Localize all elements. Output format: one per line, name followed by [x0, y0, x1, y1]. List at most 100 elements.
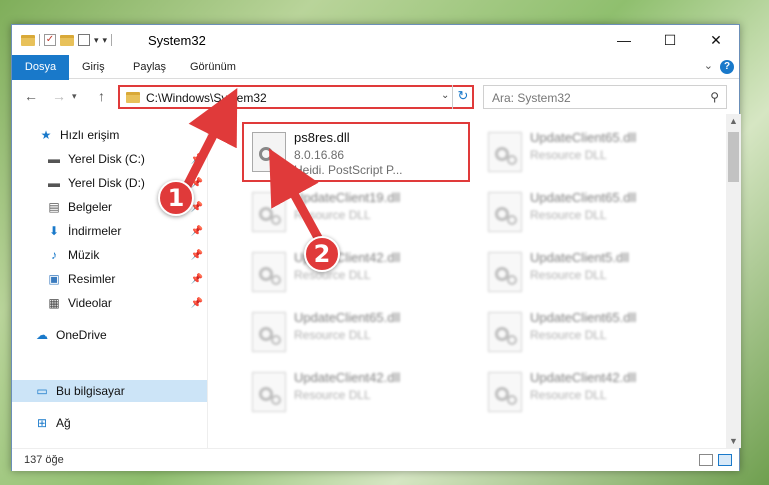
file-item[interactable]: UpdateClient65.dll Resource DLL	[244, 304, 464, 360]
file-item[interactable]: UpdateClient19.dll Resource DLL	[244, 184, 464, 240]
dll-file-icon	[488, 252, 522, 292]
sidebar-item-videos[interactable]: ▦ Videolar 📌	[12, 292, 207, 314]
vertical-scrollbar[interactable]: ▲ ▼	[726, 114, 741, 448]
minimize-button[interactable]: —	[601, 25, 647, 55]
up-button[interactable]: ↑	[98, 88, 105, 104]
new-folder-icon[interactable]	[60, 34, 74, 46]
chevron-down-icon[interactable]: ▾	[94, 35, 99, 46]
pin-icon: 📌	[190, 177, 203, 189]
expand-ribbon-icon[interactable]: ⌄	[704, 59, 713, 72]
tab-home[interactable]: Giriş	[70, 55, 117, 79]
file-name: UpdateClient5.dll	[530, 250, 630, 265]
sidebar-item-this-pc[interactable]: ▭ Bu bilgisayar	[12, 380, 207, 402]
sidebar-item-label: Yerel Disk (D:)	[68, 176, 145, 190]
sidebar-item-label: Bu bilgisayar	[56, 384, 125, 398]
scroll-thumb[interactable]	[728, 132, 739, 182]
dll-file-icon	[488, 192, 522, 232]
sidebar-item-pictures[interactable]: ▣ Resimler 📌	[12, 268, 207, 290]
scroll-up-icon[interactable]: ▲	[729, 116, 738, 126]
file-item[interactable]: UpdateClient65.dll Resource DLL	[480, 184, 700, 240]
file-description: Resource DLL	[530, 208, 607, 222]
address-bar[interactable]: C:\Windows\System32 ⌄	[118, 85, 474, 109]
item-count: 137 öğe	[24, 454, 64, 466]
sidebar-item-label: Videolar	[68, 296, 112, 310]
address-text: C:\Windows\System32	[146, 91, 267, 105]
network-icon: ⊞	[36, 416, 48, 430]
music-icon: ♪	[51, 248, 57, 262]
tab-view[interactable]: Görünüm	[178, 55, 248, 79]
scroll-down-icon[interactable]: ▼	[729, 436, 738, 446]
sidebar-item-label: Yerel Disk (C:)	[68, 152, 145, 166]
pin-icon: 📌	[190, 153, 203, 165]
file-item[interactable]: UpdateClient5.dll Resource DLL	[480, 244, 700, 300]
help-icon[interactable]: ?	[720, 60, 734, 74]
file-item[interactable]: UpdateClient65.dll Resource DLL	[480, 304, 700, 360]
videos-icon: ▦	[48, 296, 60, 310]
window-title: System32	[148, 33, 206, 48]
separator	[39, 34, 40, 46]
file-description: Resource DLL	[294, 208, 371, 222]
dll-file-icon	[488, 312, 522, 352]
forward-button[interactable]: →	[52, 88, 66, 104]
refresh-button[interactable]: ↻	[452, 85, 473, 109]
close-button[interactable]: ✕	[693, 25, 739, 55]
search-input[interactable]: Ara: System32 ⚲	[483, 85, 727, 109]
file-name: UpdateClient42.dll	[530, 370, 637, 385]
file-name: UpdateClient65.dll	[530, 190, 637, 205]
search-placeholder: Ara: System32	[492, 91, 571, 105]
navigation-bar: ← → ▾ ↑ C:\Windows\System32 ⌄ ↻ Ara: Sys…	[12, 80, 739, 114]
sidebar-item-onedrive[interactable]: ☁ OneDrive	[12, 324, 207, 346]
dll-file-icon	[252, 252, 286, 292]
large-icons-view-icon[interactable]	[718, 454, 732, 466]
file-name: UpdateClient19.dll	[294, 190, 401, 205]
maximize-button[interactable]: ☐	[647, 25, 693, 55]
back-button[interactable]: ←	[24, 88, 38, 104]
file-description: Resource DLL	[530, 268, 607, 282]
sidebar-item-label: Müzik	[68, 248, 100, 262]
dll-file-icon	[252, 192, 286, 232]
file-item[interactable]: UpdateClient42.dll Resource DLL	[244, 244, 464, 300]
file-name: UpdateClient42.dll	[294, 370, 401, 385]
quick-access-toolbar: ✓ ▾ ▾	[21, 31, 113, 49]
drive-icon: ▬	[48, 152, 60, 166]
documents-icon: ▤	[48, 200, 60, 214]
window-controls: — ☐ ✕	[601, 25, 739, 55]
sidebar-item-network[interactable]: ⊞ Ağ	[12, 412, 207, 434]
file-description: Resource DLL	[530, 388, 607, 402]
status-bar: 137 öğe	[12, 448, 739, 471]
file-description: Resource DLL	[530, 148, 607, 162]
customize-qa-icon[interactable]: ▾	[103, 35, 108, 46]
callout-2: 2	[304, 236, 340, 272]
sidebar-item-label: Hızlı erişim	[60, 128, 120, 142]
recent-locations-icon[interactable]: ▾	[72, 91, 77, 102]
sidebar-item-local-disk-c[interactable]: ▬ Yerel Disk (C:) 📌	[12, 148, 207, 170]
pin-icon: 📌	[190, 273, 203, 285]
sidebar-item-quick-access[interactable]: ★ Hızlı erişim	[12, 124, 207, 146]
file-item[interactable]: UpdateClient65.dll Resource DLL	[480, 124, 700, 180]
dll-file-icon	[488, 372, 522, 412]
tab-share[interactable]: Paylaş	[121, 55, 178, 79]
file-item[interactable]: UpdateClient42.dll Resource DLL	[480, 364, 700, 420]
file-name: UpdateClient65.dll	[530, 130, 637, 145]
details-view-icon[interactable]	[699, 454, 713, 466]
highlight-box	[242, 122, 470, 182]
file-item[interactable]: UpdateClient42.dll Resource DLL	[244, 364, 464, 420]
properties-check-icon[interactable]: ✓	[44, 34, 56, 46]
sidebar-item-downloads[interactable]: ⬇ İndirmeler 📌	[12, 220, 207, 242]
navigation-pane: ★ Hızlı erişim ▬ Yerel Disk (C:) 📌 ▬ Yer…	[12, 114, 207, 448]
pin-icon: 📌	[190, 297, 203, 309]
file-description: Resource DLL	[294, 328, 371, 342]
address-dropdown-icon[interactable]: ⌄	[441, 90, 449, 101]
drive-icon: ▬	[48, 176, 60, 190]
title-bar: ✓ ▾ ▾ System32 — ☐ ✕	[12, 25, 739, 55]
folder-icon	[21, 34, 35, 46]
sidebar-item-music[interactable]: ♪ Müzik 📌	[12, 244, 207, 266]
cloud-icon: ☁	[36, 328, 48, 342]
computer-icon: ▭	[36, 384, 48, 398]
properties-icon[interactable]	[78, 34, 90, 46]
file-list: ps8res.dll 8.0.16.86 Heidi. PostScript P…	[208, 114, 726, 448]
file-name: UpdateClient65.dll	[294, 310, 401, 325]
file-description: Resource DLL	[530, 328, 607, 342]
pin-icon: 📌	[190, 225, 203, 237]
ribbon-tabs: Dosya Giriş Paylaş Görünüm ⌄ ?	[12, 55, 739, 111]
